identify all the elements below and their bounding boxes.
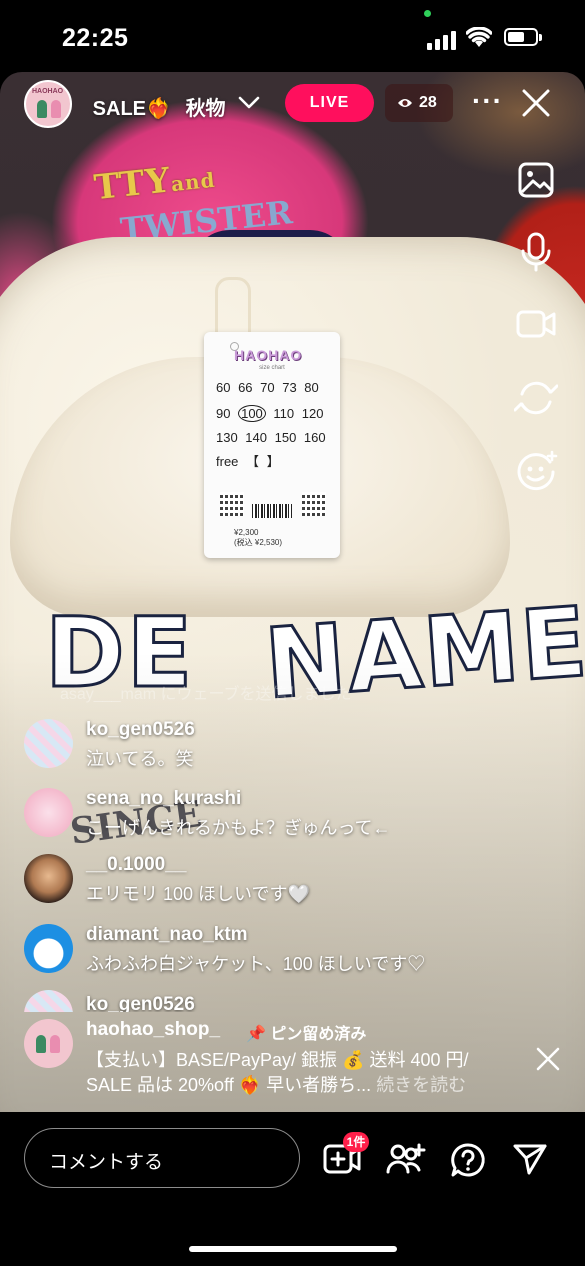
comment-text: 泣いてる。笑 xyxy=(86,749,194,769)
comment-text: こーげんきれるかもよ？ぎゅんって← xyxy=(86,818,391,838)
home-indicator[interactable] xyxy=(189,1246,397,1252)
more-options-icon[interactable]: ··· xyxy=(472,87,503,115)
tag-size-row-2: 90 100 110 120 xyxy=(216,405,323,422)
comment-username[interactable]: ko_gen0526 xyxy=(86,994,195,1012)
comment-input[interactable]: コメントする xyxy=(24,1128,300,1188)
avatar-figure xyxy=(51,100,61,118)
battery-icon xyxy=(504,28,542,46)
video-camera-icon[interactable] xyxy=(514,304,558,344)
live-video[interactable]: TTYand TWISTER HAOHAO size chart 60 66 7… xyxy=(0,72,585,1112)
host-avatar[interactable]: HAOHAO xyxy=(24,80,72,128)
fire-heart-icon: ❤️‍🔥 xyxy=(146,98,171,120)
viewer-count-badge[interactable]: 28 xyxy=(385,84,453,122)
comment-item: __0.1000__ エリモリ 100 ほしいです🤍 xyxy=(24,854,544,910)
comment-item: sena_no_kurashi こーげんきれるかもよ？ぎゅんって← xyxy=(24,788,544,844)
tag-size-row-4: free 【 】 xyxy=(216,454,280,469)
read-more-link[interactable]: 続きを読む xyxy=(376,1075,466,1095)
viewer-count: 28 xyxy=(419,94,437,111)
face-effects-icon[interactable] xyxy=(514,450,558,494)
qr-code-right xyxy=(302,492,326,516)
close-icon[interactable] xyxy=(521,88,551,118)
avatar-figure xyxy=(36,1035,46,1053)
tag-price-tax: (税込 ¥2,530) xyxy=(234,538,283,547)
tag-size-100-circled: 100 xyxy=(238,405,266,422)
eye-icon xyxy=(398,99,412,107)
comment-input-placeholder: コメントする xyxy=(49,1152,164,1173)
comment-username[interactable]: __0.1000__ xyxy=(86,854,186,876)
tag-size-110-120: 110 120 xyxy=(273,406,324,421)
tag-size-row-3: 130 140 150 160 xyxy=(216,430,326,445)
comment-avatar[interactable] xyxy=(24,854,73,903)
wave-notification: asay___mam にウェーブを送信しました xyxy=(60,686,352,703)
live-badge: LIVE xyxy=(285,84,374,122)
status-time: 22:25 xyxy=(62,24,129,52)
wifi-icon xyxy=(466,27,492,47)
pinned-comment[interactable]: haohao_shop_ 📌 ピン留め済み 【支払い】BASE/PayPay/ … xyxy=(24,1019,564,1099)
switch-camera-icon[interactable] xyxy=(514,376,558,420)
live-title-part2: 秋物 xyxy=(185,98,226,120)
tag-size-row-1: 60 66 70 73 80 xyxy=(216,380,319,395)
send-icon[interactable] xyxy=(512,1142,548,1176)
pin-icon: 📌 xyxy=(246,1026,266,1043)
comment-username[interactable]: diamant_nao_ktm xyxy=(86,924,248,946)
comment-text: エリモリ 100 ほしいです🤍 xyxy=(86,884,310,904)
comment-item: diamant_nao_ktm ふわふわ白ジャケット、100 ほしいです♡ xyxy=(24,924,544,980)
pinned-comment-line-2: SALE 品は 20%off ❤️‍🔥 早い者勝ち... 続きを読む xyxy=(86,1071,466,1097)
image-share-icon[interactable] xyxy=(514,161,558,201)
tag-size-chart-label: size chart xyxy=(259,365,285,371)
chevron-down-icon[interactable] xyxy=(238,96,260,110)
comment-avatar[interactable] xyxy=(24,719,73,768)
pinned-label-text: ピン留め済み xyxy=(270,1026,367,1043)
unpin-close-icon[interactable] xyxy=(536,1047,560,1071)
avatar-logo: HAOHAO xyxy=(32,88,64,95)
barcode xyxy=(252,504,292,518)
cellular-signal-icon xyxy=(427,30,457,50)
request-count-badge: 1件 xyxy=(343,1132,369,1152)
pinned-comment-line-2-text: SALE 品は 20%off ❤️‍🔥 早い者勝ち... xyxy=(86,1075,372,1095)
comment-item-partial: ko_gen0526 xyxy=(24,990,544,1012)
size-tag: HAOHAO size chart 60 66 70 73 80 90 100 … xyxy=(204,332,340,558)
comment-avatar[interactable] xyxy=(24,788,73,837)
tag-brand: HAOHAO xyxy=(234,347,303,363)
tag-size-90: 90 xyxy=(216,406,231,421)
comment-text: ふわふわ白ジャケット、100 ほしいです♡ xyxy=(86,954,426,974)
avatar-figure xyxy=(50,1035,60,1053)
pinned-comment-avatar[interactable] xyxy=(24,1019,73,1068)
comment-item: ko_gen0526 泣いてる。笑 xyxy=(24,719,544,775)
pinned-comment-username[interactable]: haohao_shop_ xyxy=(86,1019,220,1041)
question-icon[interactable] xyxy=(450,1142,486,1178)
comment-username[interactable]: ko_gen0526 xyxy=(86,719,195,741)
status-bar: 22:25 xyxy=(0,0,585,72)
bottom-bar: コメントする 1件 xyxy=(0,1112,585,1266)
avatar-figure xyxy=(37,100,47,118)
shirt-graphic: TTYand xyxy=(92,160,217,209)
comment-username[interactable]: sena_no_kurashi xyxy=(86,788,241,810)
microphone-icon[interactable] xyxy=(514,230,558,274)
live-top-bar: HAOHAO SALE❤️‍🔥 秋物 LIVE 28 ··· xyxy=(0,72,585,142)
pinned-label: 📌 ピン留め済み xyxy=(246,1020,366,1044)
tag-price: ¥2,300 (税込 ¥2,530) xyxy=(234,528,282,548)
tag-price-value: ¥2,300 xyxy=(234,528,259,537)
live-title-part1: SALE xyxy=(92,98,146,120)
pinned-comment-line-1: 【支払い】BASE/PayPay/ 銀振 💰 送料 400 円/ xyxy=(86,1050,469,1070)
live-title[interactable]: SALE❤️‍🔥 秋物 xyxy=(84,92,226,121)
qr-code-left xyxy=(220,492,244,516)
camera-indicator-dot xyxy=(424,10,431,17)
invite-guest-icon[interactable] xyxy=(386,1142,426,1176)
comment-avatar[interactable] xyxy=(24,924,73,973)
comment-avatar[interactable] xyxy=(24,990,73,1012)
